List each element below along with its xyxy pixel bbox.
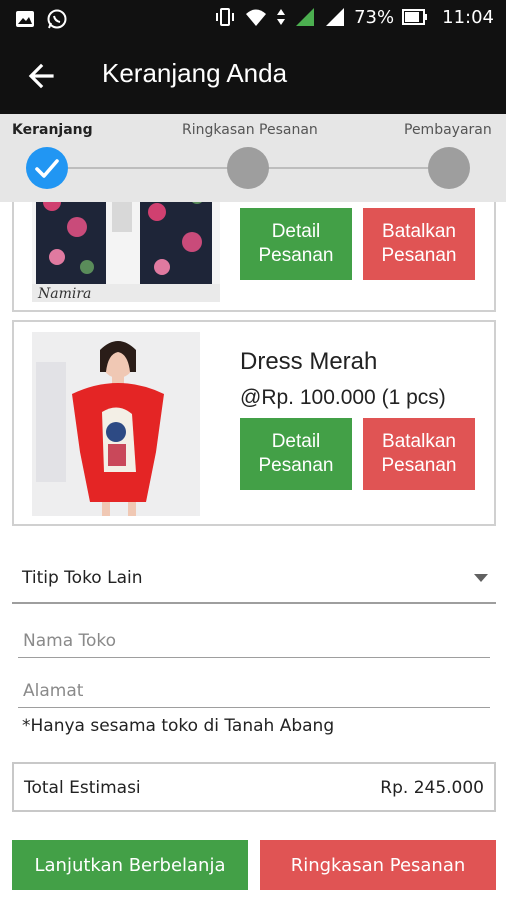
detail-order-button[interactable]: Detail Pesanan	[240, 418, 352, 490]
whatsapp-icon	[47, 9, 67, 29]
store-name-input[interactable]	[18, 618, 490, 658]
step-connector	[68, 167, 228, 169]
detail-order-label: Detail Pesanan	[258, 221, 334, 266]
check-icon	[35, 159, 59, 178]
cancel-order-button[interactable]: Batalkan Pesanan	[363, 418, 475, 490]
checkout-stepper: Keranjang Ringkasan Pesanan Pembayaran	[0, 114, 506, 202]
status-bar: 73% 11:04	[0, 0, 506, 38]
data-arrows-icon	[277, 9, 286, 25]
store-note: *Hanya sesama toko di Tanah Abang	[22, 716, 335, 736]
wifi-icon	[246, 9, 267, 26]
step-label-summary: Ringkasan Pesanan	[182, 122, 318, 138]
continue-shopping-button[interactable]: Lanjutkan Berbelanja	[12, 840, 248, 890]
detail-order-button[interactable]: Detail Pesanan	[240, 208, 352, 280]
battery-percent: 73%	[354, 6, 395, 28]
product-price: @Rp. 100.000 (1 pcs)	[240, 386, 446, 409]
product-image-dress-merah[interactable]	[32, 332, 200, 516]
step-dot-summary	[227, 147, 269, 189]
order-summary-label: Ringkasan Pesanan	[290, 854, 466, 876]
cancel-order-label: Batalkan Pesanan	[381, 431, 457, 476]
battery-icon	[402, 9, 428, 25]
page-title: Keranjang Anda	[102, 58, 288, 88]
notification-icons	[14, 8, 68, 30]
total-estimate-label: Total Estimasi	[24, 778, 141, 798]
store-option-value: Titip Toko Lain	[22, 568, 143, 588]
vibrate-icon	[216, 8, 235, 26]
dropdown-arrow-icon	[474, 574, 488, 582]
app-bar: Keranjang Anda	[0, 38, 506, 114]
product-name: Dress Merah	[240, 348, 378, 375]
cancel-order-button[interactable]: Batalkan Pesanan	[363, 208, 475, 280]
detail-order-label: Detail Pesanan	[258, 431, 334, 476]
order-summary-button[interactable]: Ringkasan Pesanan	[260, 840, 496, 890]
signal-icon-2	[326, 8, 345, 26]
cart-item: Dress Merah @Rp. 100.000 (1 pcs) Detail P…	[12, 320, 496, 526]
image-notification-icon	[16, 11, 34, 27]
step-label-cart: Keranjang	[12, 122, 93, 138]
total-estimate-box: Total Estimasi Rp. 245.000	[12, 762, 496, 812]
product-image-caption: Namira	[37, 286, 91, 302]
step-dot-cart	[26, 147, 68, 189]
system-icons: 73% 11:04	[214, 6, 494, 28]
step-label-payment: Pembayaran	[404, 122, 492, 138]
step-connector	[268, 167, 428, 169]
address-input[interactable]	[18, 668, 490, 708]
store-option-dropdown[interactable]: Titip Toko Lain	[12, 558, 496, 604]
total-estimate-value: Rp. 245.000	[380, 778, 484, 798]
cancel-order-label: Batalkan Pesanan	[381, 221, 457, 266]
clock: 11:04	[442, 6, 494, 28]
step-dot-payment	[428, 147, 470, 189]
arrow-left-icon[interactable]	[22, 56, 62, 96]
continue-shopping-label: Lanjutkan Berbelanja	[34, 854, 226, 876]
signal-icon	[296, 8, 315, 26]
